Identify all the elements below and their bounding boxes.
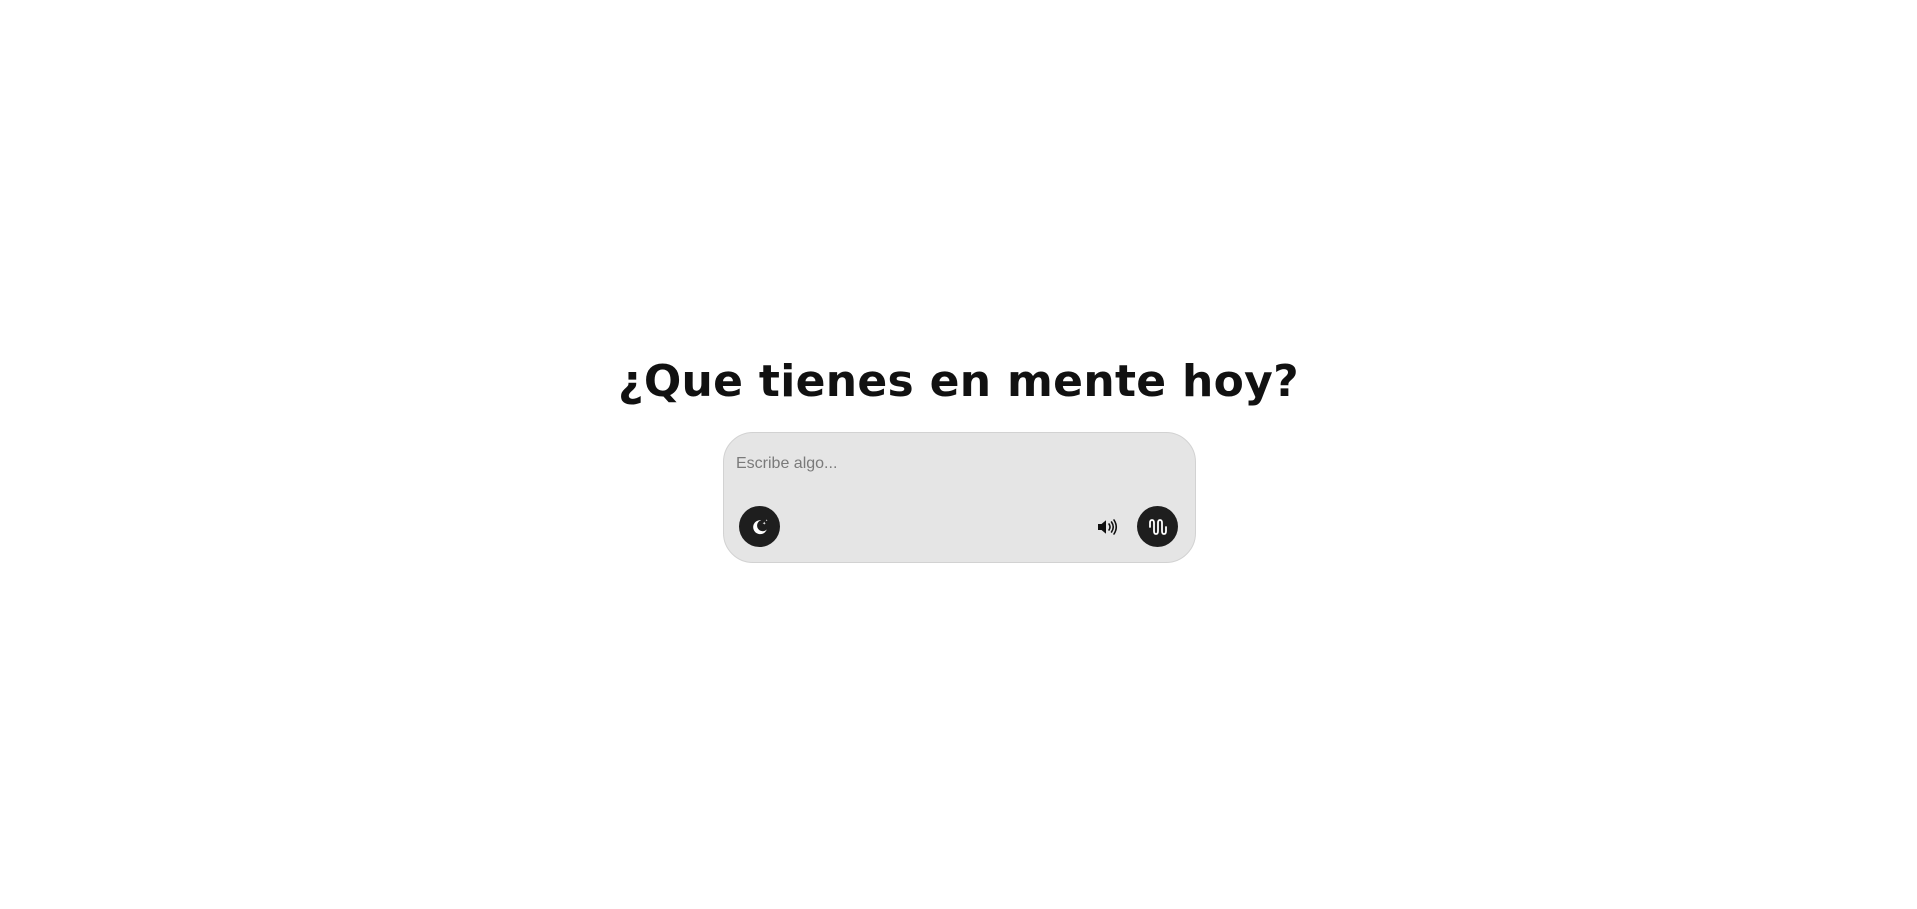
speaker-button[interactable] (1095, 515, 1119, 539)
page: ¿Que tienes en mente hoy? (0, 0, 1917, 909)
speaker-volume-icon (1096, 517, 1118, 537)
theme-toggle-button[interactable] (739, 506, 780, 547)
page-title: ¿Que tienes en mente hoy? (618, 356, 1299, 407)
prompt-composer (723, 432, 1196, 563)
prompt-input[interactable] (736, 447, 1176, 481)
voice-mode-button[interactable] (1137, 506, 1178, 547)
audio-waveform-icon (1147, 516, 1169, 538)
moon-stars-icon (750, 517, 770, 537)
